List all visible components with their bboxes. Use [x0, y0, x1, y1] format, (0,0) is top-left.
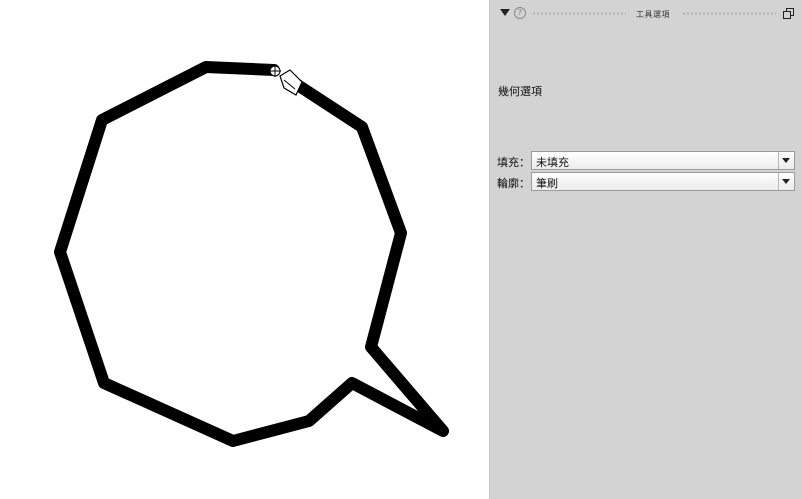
fill-label: 填充：: [497, 156, 530, 169]
canvas-svg: [54, 61, 449, 447]
fill-dropdown-arrow-icon[interactable]: [778, 152, 794, 169]
pen-cursor-icon: [269, 65, 303, 96]
help-icon[interactable]: ?: [514, 7, 526, 19]
header-grip-right[interactable]: [682, 12, 776, 15]
drawing-canvas[interactable]: [0, 0, 489, 499]
outline-select[interactable]: 筆刷: [531, 172, 795, 191]
panel-title: 工具選項: [636, 10, 670, 19]
speech-bubble-shape[interactable]: [54, 61, 449, 447]
outline-row: 輪廓： 筆刷: [497, 172, 797, 192]
panel-header: ? 工具選項: [490, 0, 802, 28]
tool-options-panel: ? 工具選項 幾何選項 填充： 未填充 輪廓： 筆刷: [489, 0, 802, 499]
outline-label: 輪廓：: [497, 177, 530, 190]
outline-dropdown-arrow-icon[interactable]: [778, 173, 794, 190]
fill-select[interactable]: 未填充: [531, 151, 795, 170]
fill-select-value: 未填充: [536, 156, 569, 169]
header-grip-left[interactable]: [532, 12, 626, 15]
collapse-arrow-icon[interactable]: [500, 9, 510, 16]
outline-select-value: 筆刷: [536, 177, 558, 190]
float-panel-icon[interactable]: [783, 8, 794, 19]
geometry-options-title: 幾何選項: [498, 85, 542, 98]
fill-row: 填充： 未填充: [497, 151, 797, 171]
app-window: ? 工具選項 幾何選項 填充： 未填充 輪廓： 筆刷: [0, 0, 802, 499]
